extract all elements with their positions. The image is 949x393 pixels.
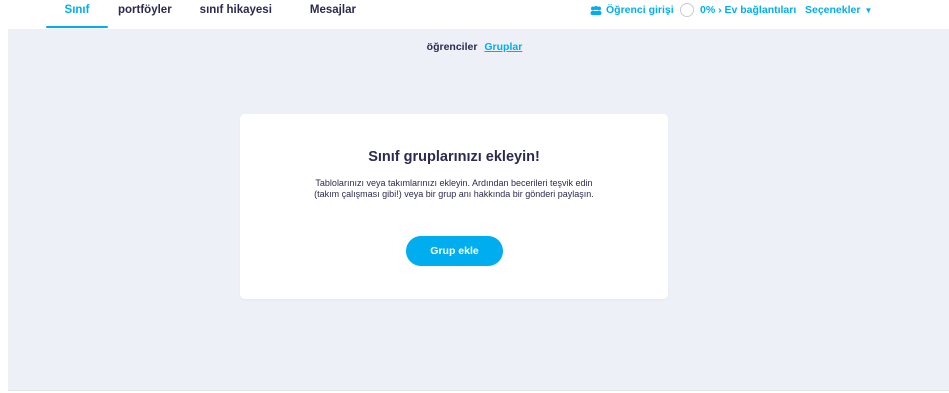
subtabs: öğrenciler Gruplar	[0, 41, 949, 53]
empty-state-card: Sınıf gruplarınızı ekleyin! Tablolarınız…	[240, 114, 668, 299]
add-group-button[interactable]: Grup ekle	[406, 236, 503, 266]
main-tabs: Sınıf portföyler sınıf hikayesi Mesajlar	[46, 0, 356, 29]
tab-mesajlar[interactable]: Mesajlar	[310, 0, 356, 29]
students-icon	[590, 5, 602, 15]
options-label: Seçenekler	[805, 4, 861, 16]
home-connections-label: 0% › Ev bağlantıları	[700, 4, 797, 16]
empty-state-description: Tablolarınızı veya takımlarınızı ekleyin…	[314, 178, 594, 199]
tab-sinif-hikayesi[interactable]: sınıf hikayesi	[200, 0, 272, 29]
student-login-label: Öğrenci girişi	[606, 4, 674, 16]
divider	[8, 390, 949, 391]
progress-ring-icon	[680, 3, 694, 17]
empty-state-title: Sınıf gruplarınızı ekleyin!	[368, 149, 540, 165]
top-navigation-bar: Sınıf portföyler sınıf hikayesi Mesajlar…	[0, 0, 949, 29]
home-connections-link[interactable]: 0% › Ev bağlantıları	[680, 3, 796, 17]
student-login-link[interactable]: Öğrenci girişi	[590, 4, 674, 16]
tab-sinif[interactable]: Sınıf	[46, 0, 108, 29]
tab-portfoyler[interactable]: portföyler	[118, 0, 172, 29]
options-dropdown[interactable]: Seçenekler ▼	[805, 4, 872, 16]
subtab-ogrenciler[interactable]: öğrenciler	[427, 41, 478, 53]
subtab-gruplar[interactable]: Gruplar	[484, 41, 522, 53]
caret-down-icon: ▼	[864, 5, 873, 15]
